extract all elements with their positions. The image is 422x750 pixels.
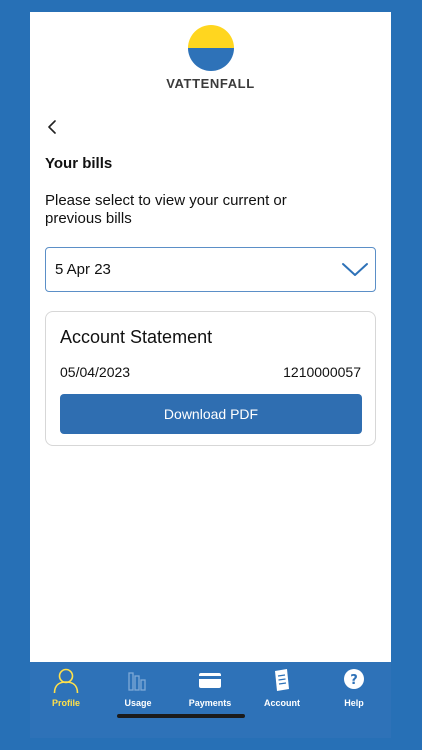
nav-label-help: Help	[344, 698, 364, 708]
nav-item-usage[interactable]: Usage	[108, 666, 168, 708]
nav-item-account[interactable]: Account	[252, 666, 312, 708]
download-pdf-button[interactable]: Download PDF	[60, 394, 362, 434]
statement-number: 1210000057	[283, 364, 361, 380]
account-icon	[275, 669, 289, 691]
vattenfall-logo: VATTENFALL	[161, 24, 261, 91]
bill-date-select[interactable]: 5 Apr 23	[45, 247, 376, 292]
back-button[interactable]	[44, 118, 62, 136]
profile-icon	[53, 668, 79, 694]
nav-label-account: Account	[264, 698, 300, 708]
nav-item-payments[interactable]: Payments	[180, 666, 240, 708]
home-indicator[interactable]	[117, 714, 245, 718]
page-title: Your bills	[45, 155, 113, 172]
svg-text:?: ?	[350, 673, 358, 688]
bottom-nav: Profile Usage Payments Account ? Help	[30, 662, 391, 738]
chevron-left-icon	[48, 120, 56, 134]
help-icon: ?	[344, 669, 364, 689]
nav-label-usage: Usage	[124, 698, 152, 708]
logo-icon	[187, 25, 234, 71]
nav-label-profile: Profile	[51, 698, 80, 708]
usage-icon	[128, 672, 146, 691]
nav-item-help[interactable]: ? Help	[324, 666, 384, 708]
nav-label-payments: Payments	[188, 698, 232, 708]
statement-date: 05/04/2023	[60, 364, 131, 380]
brand-name: VATTENFALL	[166, 76, 255, 91]
chevron-down-icon	[342, 263, 368, 276]
account-statement-card: Account Statement 05/04/2023 1210000057 …	[45, 311, 376, 446]
payments-icon	[199, 673, 221, 688]
nav-item-profile[interactable]: Profile	[36, 666, 96, 708]
page-subtitle: Please select to view your current or pr…	[45, 192, 287, 227]
app-screen: VATTENFALL Your bills Please select to v…	[30, 12, 391, 738]
statement-title: Account Statement	[60, 327, 213, 347]
bill-date-value: 5 Apr 23	[55, 261, 111, 278]
